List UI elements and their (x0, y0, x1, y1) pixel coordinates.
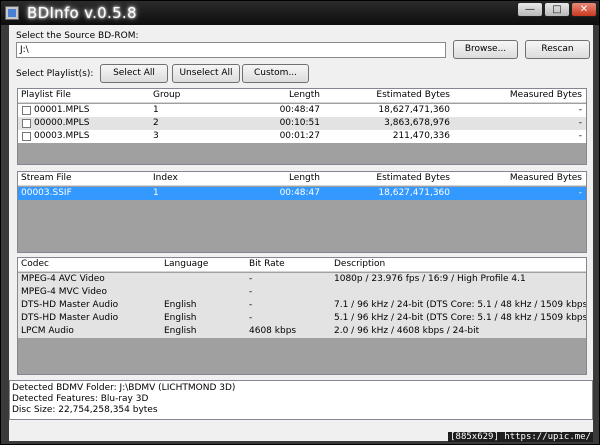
codec-row[interactable]: DTS-HD Master Audio English - 5.1 / 96 k… (18, 312, 586, 325)
status-box[interactable]: Detected BDMV Folder: J:\BDMV (LICHTMOND… (9, 380, 593, 420)
codec-grid[interactable]: Codec Language Bit Rate Description MPEG… (17, 257, 587, 375)
codec-row[interactable]: DTS-HD Master Audio English - 7.1 / 96 k… (18, 299, 586, 312)
col-bit-rate[interactable]: Bit Rate (249, 258, 285, 271)
title-bar[interactable]: BDInfo v.0.5.8 — □ ✕ (1, 1, 599, 25)
playlist-measured-bytes: - (578, 118, 582, 128)
playlist-grid[interactable]: Playlist File Group Length Estimated Byt… (17, 88, 587, 165)
source-label: Select the Source BD-ROM: (16, 31, 139, 41)
col-language[interactable]: Language (164, 258, 208, 271)
rescan-button[interactable]: Rescan (525, 40, 590, 59)
codec-row[interactable]: MPEG-4 MVC Video - (18, 286, 586, 299)
codec-name: LPCM Audio (21, 326, 74, 336)
col-codec[interactable]: Codec (21, 258, 49, 271)
custom-button[interactable]: Custom... (242, 64, 309, 83)
playlist-checkbox[interactable] (22, 132, 31, 141)
stream-measured-bytes: - (578, 188, 582, 198)
col-length[interactable]: Length (258, 89, 320, 102)
codec-bit-rate: - (249, 274, 253, 284)
stream-grid-header: Stream File Index Length Estimated Bytes… (18, 172, 586, 186)
codec-language: English (164, 326, 197, 336)
playlist-file: 00001.MPLS (34, 105, 90, 115)
stream-length: 00:48:47 (279, 188, 320, 198)
codec-bit-rate: - (249, 300, 253, 310)
stream-grid[interactable]: Stream File Index Length Estimated Bytes… (17, 171, 587, 253)
col-length[interactable]: Length (258, 172, 320, 185)
playlist-group: 3 (153, 131, 159, 141)
stream-estimated-bytes: 18,627,471,360 (378, 188, 450, 198)
playlist-estimated-bytes: 3,863,678,976 (384, 118, 450, 128)
app-icon (5, 6, 19, 20)
playlist-row[interactable]: 00001.MPLS 1 00:48:47 18,627,471,360 - (18, 104, 586, 117)
playlist-label: Select Playlist(s): (16, 69, 94, 79)
codec-description: 7.1 / 96 kHz / 24-bit (DTS Core: 5.1 / 4… (334, 300, 587, 310)
playlist-checkbox[interactable] (22, 106, 31, 115)
unselect-all-button[interactable]: Unselect All (172, 64, 240, 83)
codec-bit-rate: 4608 kbps (249, 326, 297, 336)
codec-row[interactable]: LPCM Audio English 4608 kbps 2.0 / 96 kH… (18, 325, 586, 338)
codec-name: DTS-HD Master Audio (21, 300, 119, 310)
playlist-grid-header: Playlist File Group Length Estimated Byt… (18, 89, 586, 103)
playlist-row[interactable]: 00000.MPLS 2 00:10:51 3,863,678,976 - (18, 117, 586, 130)
stream-row[interactable]: 00003.SSIF 1 00:48:47 18,627,471,360 - (18, 187, 586, 200)
col-estimated-bytes[interactable]: Estimated Bytes (348, 89, 450, 102)
main-panel: Select the Source BD-ROM: J:\ Browse... … (9, 25, 593, 441)
codec-description: 1080p / 23.976 fps / 16:9 / High Profile… (334, 274, 526, 284)
app-window: BDInfo v.0.5.8 — □ ✕ Select the Source B… (0, 0, 600, 445)
select-all-button[interactable]: Select All (100, 64, 168, 83)
codec-bit-rate: - (249, 313, 253, 323)
status-line-disc-size: Disc Size: 22,754,258,354 bytes (12, 405, 158, 415)
col-estimated-bytes[interactable]: Estimated Bytes (348, 172, 450, 185)
codec-name: DTS-HD Master Audio (21, 313, 119, 323)
codec-description: 2.0 / 96 kHz / 4608 kbps / 24-bit (334, 326, 480, 336)
col-group[interactable]: Group (153, 89, 180, 102)
col-measured-bytes[interactable]: Measured Bytes (478, 89, 582, 102)
playlist-group: 1 (153, 105, 159, 115)
col-measured-bytes[interactable]: Measured Bytes (478, 172, 582, 185)
playlist-estimated-bytes: 211,470,336 (392, 131, 450, 141)
codec-description: 5.1 / 96 kHz / 24-bit (DTS Core: 5.1 / 4… (334, 313, 587, 323)
watermark-label: [885x629] https://upic.me/ (448, 432, 593, 442)
col-description[interactable]: Description (334, 258, 385, 271)
stream-file: 00003.SSIF (21, 188, 72, 198)
close-button[interactable]: ✕ (571, 2, 597, 17)
playlist-file: 00000.MPLS (34, 118, 90, 128)
playlist-file: 00003.MPLS (34, 131, 90, 141)
playlist-checkbox[interactable] (22, 119, 31, 128)
col-index[interactable]: Index (153, 172, 178, 185)
col-playlist-file[interactable]: Playlist File (21, 89, 71, 102)
stream-index: 1 (153, 188, 159, 198)
codec-row[interactable]: MPEG-4 AVC Video - 1080p / 23.976 fps / … (18, 273, 586, 286)
playlist-length: 00:10:51 (279, 118, 320, 128)
codec-bit-rate: - (249, 287, 253, 297)
playlist-group: 2 (153, 118, 159, 128)
playlist-measured-bytes: - (578, 131, 582, 141)
source-path-input[interactable]: J:\ (16, 42, 446, 58)
codec-grid-header: Codec Language Bit Rate Description (18, 258, 586, 272)
minimize-button[interactable]: — (517, 2, 543, 17)
maximize-button[interactable]: □ (544, 2, 570, 17)
playlist-estimated-bytes: 18,627,471,360 (378, 105, 450, 115)
codec-language: English (164, 313, 197, 323)
playlist-length: 00:01:27 (279, 131, 320, 141)
codec-name: MPEG-4 AVC Video (21, 274, 105, 284)
codec-name: MPEG-4 MVC Video (21, 287, 107, 297)
col-stream-file[interactable]: Stream File (21, 172, 71, 185)
codec-language: English (164, 300, 197, 310)
playlist-row[interactable]: 00003.MPLS 3 00:01:27 211,470,336 - (18, 130, 586, 143)
browse-button[interactable]: Browse... (453, 40, 518, 59)
window-title: BDInfo v.0.5.8 (27, 4, 137, 22)
playlist-measured-bytes: - (578, 105, 582, 115)
playlist-length: 00:48:47 (279, 105, 320, 115)
